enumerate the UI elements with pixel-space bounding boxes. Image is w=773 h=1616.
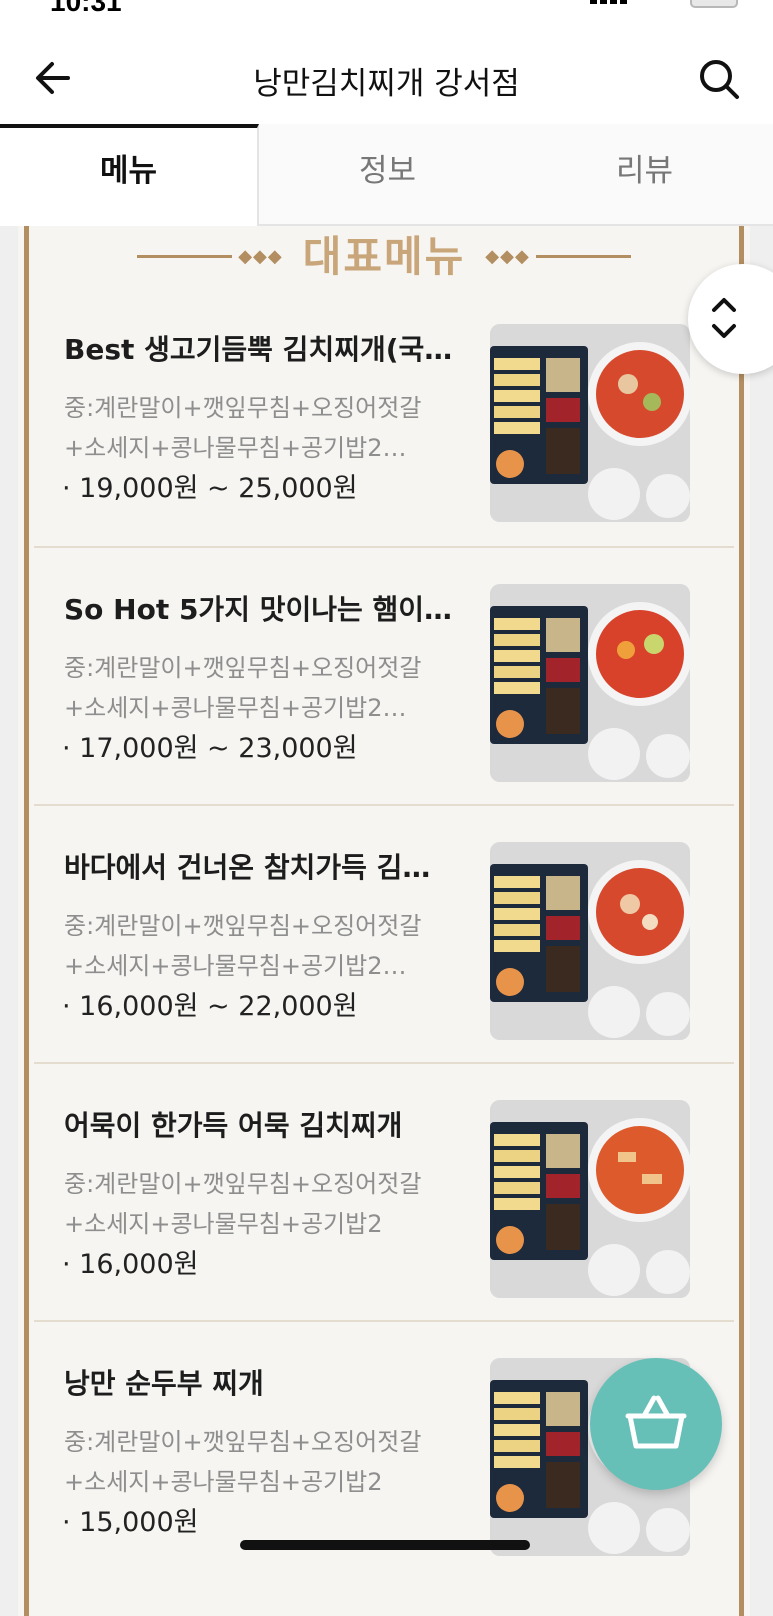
tab-bar: 메뉴 정보 리뷰 <box>0 124 773 226</box>
menu-item-desc-line: 중:계란말이+깻잎무침+오징어젓갈 <box>64 394 422 422</box>
screen: 10:31 낭만김치찌개 강서점 메뉴 정보 리뷰 ◆◆◆ 대표메뉴 ◆◆◆ B… <box>0 0 773 1616</box>
menu-item-photo <box>490 324 690 522</box>
menu-item-desc-line: +소세지+콩나물무침+공기밥2… <box>64 434 407 462</box>
menu-item[interactable]: Best 생고기듬뿍 김치찌개(국… 중:계란말이+깻잎무침+오징어젓갈 +소세… <box>34 288 734 546</box>
ornament-right: ◆◆◆ <box>479 246 631 267</box>
search-icon[interactable] <box>695 56 745 102</box>
menu-item-desc-line: +소세지+콩나물무침+공기밥2… <box>64 952 407 980</box>
top-app-bar: 낭만김치찌개 강서점 <box>0 38 773 124</box>
menu-item-description: 중:계란말이+깻잎무침+오징어젓갈 +소세지+콩나물무침+공기밥2… <box>64 906 464 986</box>
tab-info[interactable]: 정보 <box>259 124 516 226</box>
menu-item-desc-line: 중:계란말이+깻잎무침+오징어젓갈 <box>64 1170 422 1198</box>
tab-reviews[interactable]: 리뷰 <box>516 124 773 226</box>
menu-item-price: · 15,000원 <box>62 1507 199 1538</box>
home-indicator <box>240 1540 530 1550</box>
menu-item-photo <box>490 842 690 1040</box>
menu-item-photo <box>490 1100 690 1298</box>
menu-item[interactable]: 바다에서 건너온 참치가득 김… 중:계란말이+깻잎무침+오징어젓갈 +소세지+… <box>34 804 734 1062</box>
section-header: ◆◆◆ 대표메뉴 ◆◆◆ <box>34 226 734 286</box>
menu-item-description: 중:계란말이+깻잎무침+오징어젓갈 +소세지+콩나물무침+공기밥2… <box>64 648 464 728</box>
menu-item-description: 중:계란말이+깻잎무침+오징어젓갈 +소세지+콩나물무침+공기밥2 <box>64 1164 464 1244</box>
section-title: 대표메뉴 <box>302 231 466 281</box>
menu-item-price: · 16,000원 <box>62 1249 199 1280</box>
menu-item-description: 중:계란말이+깻잎무침+오징어젓갈 +소세지+콩나물무침+공기밥2 <box>64 1422 464 1502</box>
signal-icon <box>590 0 627 4</box>
ornament-left: ◆◆◆ <box>137 246 289 267</box>
menu-item-desc-line: +소세지+콩나물무침+공기밥2 <box>64 1210 383 1238</box>
menu-item-desc-line: 중:계란말이+깻잎무침+오징어젓갈 <box>64 912 422 940</box>
menu-item-price: · 19,000원 ~ 25,000원 <box>62 473 358 504</box>
menu-item-name: 바다에서 건너온 참치가득 김… <box>64 851 431 884</box>
status-time: 10:31 <box>50 0 122 17</box>
menu-item[interactable]: So Hot 5가지 맛이나는 햄이… 중:계란말이+깻잎무침+오징어젓갈 +소… <box>34 546 734 804</box>
menu-item-photo <box>490 584 690 782</box>
menu-item-price: · 17,000원 ~ 23,000원 <box>62 733 358 764</box>
menu-item-name: So Hot 5가지 맛이나는 햄이… <box>64 593 453 626</box>
menu-item-name: 어묵이 한가득 어묵 김치찌개 <box>64 1109 403 1142</box>
menu-item-desc-line: 중:계란말이+깻잎무침+오징어젓갈 <box>64 1428 422 1456</box>
basket-icon <box>625 1395 687 1449</box>
menu-item-price: · 16,000원 ~ 22,000원 <box>62 991 358 1022</box>
menu-item-description: 중:계란말이+깻잎무침+오징어젓갈 +소세지+콩나물무침+공기밥2… <box>64 388 464 468</box>
menu-item-desc-line: +소세지+콩나물무침+공기밥2 <box>64 1468 383 1496</box>
battery-icon <box>690 0 738 8</box>
menu-item-name: 낭만 순두부 찌개 <box>64 1367 264 1400</box>
cart-button[interactable] <box>590 1358 722 1490</box>
chevron-up-down-icon <box>712 298 736 338</box>
menu-item-desc-line: 중:계란말이+깻잎무침+오징어젓갈 <box>64 654 422 682</box>
status-bar: 10:31 <box>0 0 773 30</box>
page-title: 낭만김치찌개 강서점 <box>253 66 520 102</box>
menu-item-name: Best 생고기듬뿍 김치찌개(국… <box>64 333 453 366</box>
tab-menu[interactable]: 메뉴 <box>0 124 259 226</box>
scroll-toggle-button[interactable] <box>688 264 773 374</box>
menu-item[interactable]: 어묵이 한가득 어묵 김치찌개 중:계란말이+깻잎무침+오징어젓갈 +소세지+콩… <box>34 1062 734 1320</box>
menu-item-desc-line: +소세지+콩나물무침+공기밥2… <box>64 694 407 722</box>
